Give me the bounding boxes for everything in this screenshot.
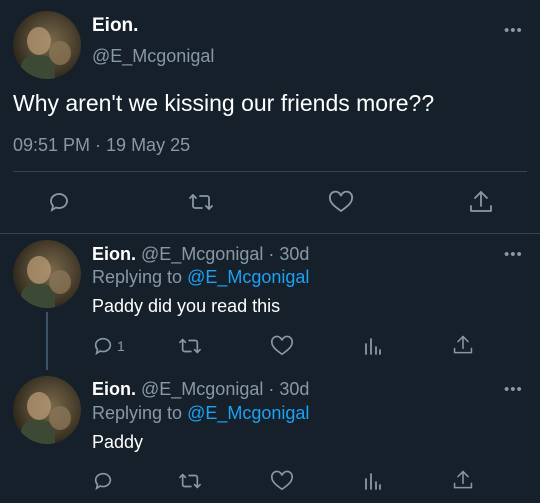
reply-author-avatar[interactable] bbox=[13, 240, 81, 308]
replying-to-label: Replying to bbox=[92, 267, 183, 287]
reply-icon[interactable] bbox=[92, 470, 114, 492]
reply-author-handle[interactable]: @E_Mcgonigal bbox=[141, 244, 263, 264]
like-icon[interactable] bbox=[270, 470, 294, 492]
replying-to-handle-link[interactable]: @E_Mcgonigal bbox=[187, 403, 309, 423]
replying-to-line: Replying to @E_Mcgonigal bbox=[92, 403, 309, 424]
divider bbox=[13, 171, 527, 172]
reply-author-avatar[interactable] bbox=[13, 376, 81, 444]
reply-more-options-icon[interactable]: ••• bbox=[504, 247, 523, 262]
reply-age: · 30d bbox=[268, 244, 310, 264]
reply-age: · 30d bbox=[268, 379, 310, 399]
like-icon[interactable] bbox=[270, 335, 294, 357]
share-icon[interactable] bbox=[468, 189, 494, 215]
analytics-icon[interactable] bbox=[362, 335, 382, 357]
analytics-icon[interactable] bbox=[362, 470, 382, 492]
reply-author-name[interactable]: Eion. bbox=[92, 379, 136, 399]
main-more-options-icon[interactable]: ••• bbox=[504, 23, 523, 38]
reply-text: Paddy bbox=[92, 432, 144, 452]
retweet-icon[interactable] bbox=[188, 190, 214, 214]
reply-more-options-icon[interactable]: ••• bbox=[504, 382, 523, 397]
main-author-avatar[interactable] bbox=[13, 11, 81, 79]
reply-icon[interactable] bbox=[92, 335, 114, 357]
reply-count: 1 bbox=[117, 338, 125, 354]
share-icon[interactable] bbox=[452, 469, 474, 491]
replying-to-label: Replying to bbox=[92, 403, 183, 423]
share-icon[interactable] bbox=[452, 334, 474, 356]
reply-text: Paddy did you read this bbox=[92, 296, 281, 316]
replying-to-line: Replying to @E_Mcgonigal bbox=[92, 267, 309, 288]
main-author-handle[interactable]: @E_Mcgonigal bbox=[92, 46, 214, 67]
reply-author-handle[interactable]: @E_Mcgonigal bbox=[141, 379, 263, 399]
tweet-thread-view: Eion. @E_Mcgonigal ••• Why aren't we kis… bbox=[0, 0, 540, 503]
retweet-icon[interactable] bbox=[178, 470, 202, 492]
reply-header: Eion. @E_Mcgonigal · 30d bbox=[92, 244, 309, 265]
main-author-name[interactable]: Eion. bbox=[92, 15, 138, 37]
reply-author-name[interactable]: Eion. bbox=[92, 244, 136, 264]
reply-icon[interactable] bbox=[47, 190, 71, 214]
like-icon[interactable] bbox=[328, 190, 354, 214]
main-tweet-text: Why aren't we kissing our friends more?? bbox=[13, 90, 435, 116]
retweet-icon[interactable] bbox=[178, 335, 202, 357]
thread-connector-line bbox=[46, 312, 48, 370]
reply-header: Eion. @E_Mcgonigal · 30d bbox=[92, 379, 309, 400]
divider bbox=[0, 233, 540, 234]
replying-to-handle-link[interactable]: @E_Mcgonigal bbox=[187, 267, 309, 287]
main-tweet-timestamp: 09:51 PM · 19 May 25 bbox=[13, 135, 191, 155]
